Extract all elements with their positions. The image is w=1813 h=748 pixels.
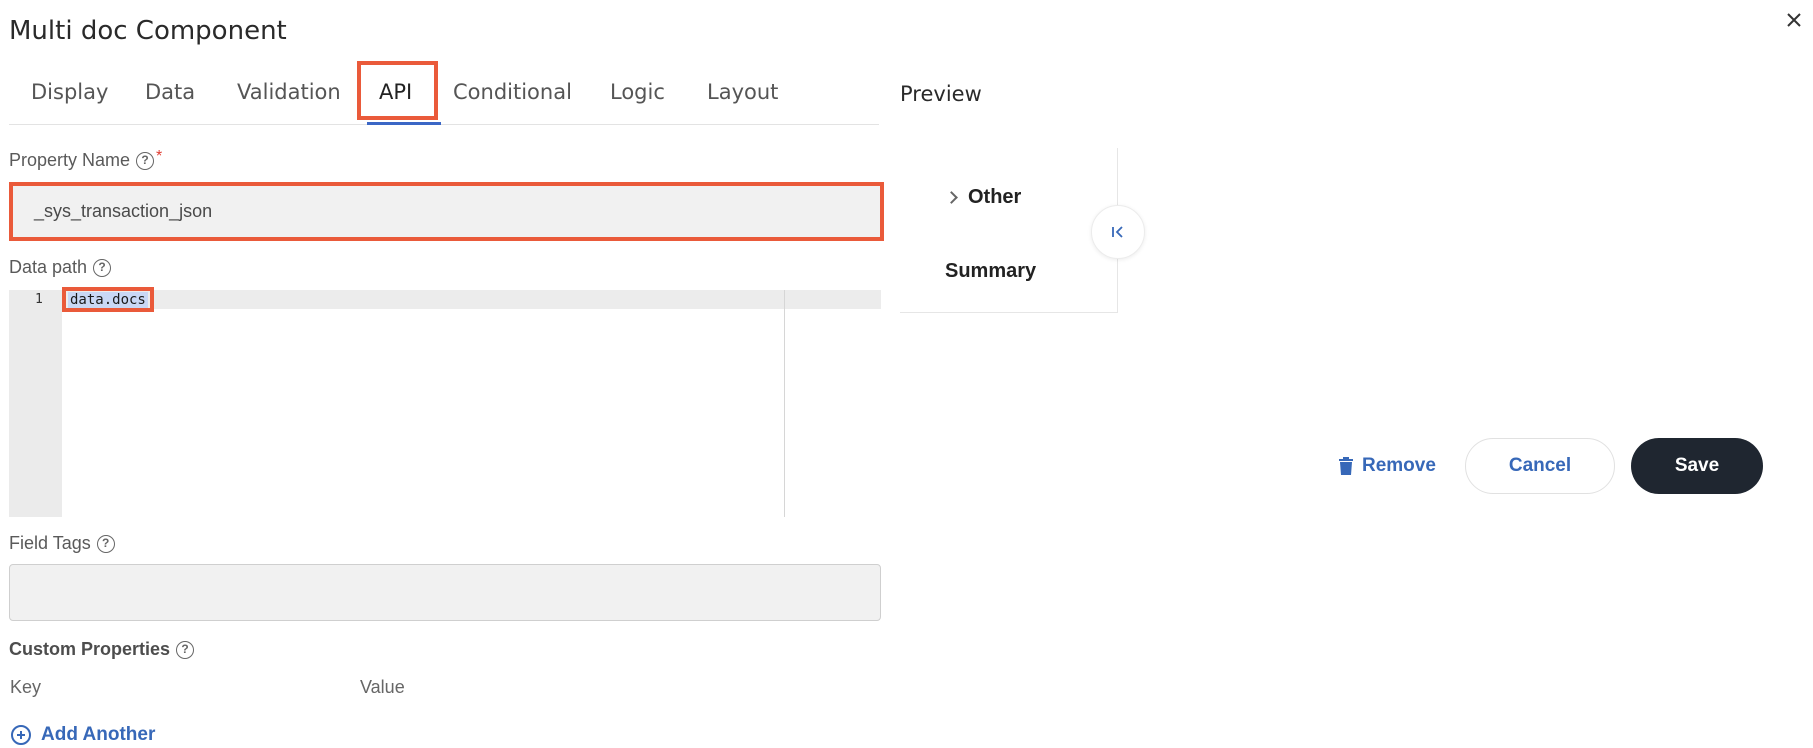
custom-properties-label-text: Custom Properties <box>9 639 171 659</box>
custom-properties-label: Custom Properties ? <box>9 639 195 660</box>
field-tags-label: Field Tags ? <box>9 533 115 554</box>
tab-bar: Display Data Validation API Conditional … <box>9 58 879 125</box>
property-name-label-text: Property Name <box>9 150 131 170</box>
other-label: Other <box>968 186 1022 208</box>
help-icon[interactable]: ? <box>176 640 195 659</box>
add-another-button[interactable]: Add Another <box>11 724 155 746</box>
tab-data[interactable]: Data <box>145 80 195 104</box>
plus-circle-icon <box>11 725 31 745</box>
remove-label: Remove <box>1362 455 1436 476</box>
save-button[interactable]: Save <box>1631 438 1763 494</box>
cancel-button[interactable]: Cancel <box>1465 438 1615 494</box>
collapse-preview-button[interactable] <box>1091 205 1145 259</box>
property-name-value: _sys_transaction_json <box>34 200 213 221</box>
property-name-input[interactable]: _sys_transaction_json <box>9 182 881 240</box>
line-number: 1 <box>35 292 43 307</box>
data-path-label: Data path ? <box>9 257 112 278</box>
trash-icon <box>1339 457 1353 475</box>
add-another-label: Add Another <box>41 724 156 745</box>
field-tags-input[interactable] <box>9 564 881 621</box>
property-name-label: Property Name ? * <box>9 147 163 171</box>
remove-button[interactable]: Remove <box>1338 455 1436 477</box>
data-path-editor[interactable]: 1 data.docs <box>9 290 881 517</box>
tab-display[interactable]: Display <box>31 80 108 104</box>
preview-title: Preview <box>900 82 982 106</box>
editor-gutter <box>9 290 62 517</box>
other-section-toggle[interactable]: Other <box>945 186 1022 209</box>
help-icon[interactable]: ? <box>93 258 112 277</box>
field-tags-label-text: Field Tags <box>9 533 91 553</box>
print-margin <box>784 290 785 517</box>
tab-conditional[interactable]: Conditional <box>453 80 572 104</box>
tab-api[interactable]: API <box>379 80 412 104</box>
collapse-left-icon <box>1112 226 1123 238</box>
summary-label: Summary <box>945 260 1037 282</box>
preview-panel <box>900 148 1118 313</box>
data-path-label-text: Data path <box>9 257 88 277</box>
help-icon[interactable]: ? <box>136 151 155 170</box>
active-tab-indicator <box>367 122 441 125</box>
required-mark: * <box>156 147 163 165</box>
chevron-right-icon <box>945 191 958 204</box>
value-header: Value <box>360 677 405 697</box>
data-path-code[interactable]: data.docs <box>68 292 148 308</box>
help-icon[interactable]: ? <box>96 534 115 553</box>
close-icon[interactable] <box>1780 6 1808 34</box>
tab-layout[interactable]: Layout <box>707 80 778 104</box>
key-header: Key <box>10 677 42 697</box>
tab-validation[interactable]: Validation <box>237 80 341 104</box>
dialog-title: Multi doc Component <box>9 16 287 46</box>
tab-logic[interactable]: Logic <box>610 80 665 104</box>
